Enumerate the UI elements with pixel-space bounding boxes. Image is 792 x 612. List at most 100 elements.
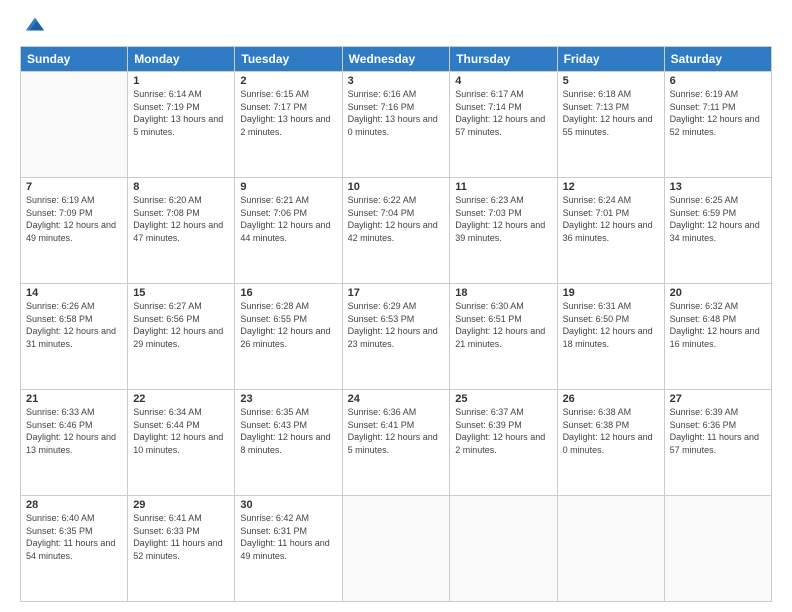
calendar-header-row: SundayMondayTuesdayWednesdayThursdayFrid…	[21, 47, 772, 72]
day-number: 21	[26, 393, 122, 405]
day-info: Sunrise: 6:20 AMSunset: 7:08 PMDaylight:…	[133, 194, 229, 244]
day-number: 25	[455, 393, 551, 405]
day-number: 20	[670, 287, 766, 299]
day-info: Sunrise: 6:29 AMSunset: 6:53 PMDaylight:…	[348, 300, 445, 350]
calendar-cell: 13Sunrise: 6:25 AMSunset: 6:59 PMDayligh…	[664, 178, 771, 284]
calendar-cell: 22Sunrise: 6:34 AMSunset: 6:44 PMDayligh…	[128, 390, 235, 496]
day-number: 4	[455, 75, 551, 87]
day-number: 28	[26, 499, 122, 511]
weekday-header: Sunday	[21, 47, 128, 72]
weekday-header: Thursday	[450, 47, 557, 72]
day-number: 23	[240, 393, 336, 405]
day-info: Sunrise: 6:27 AMSunset: 6:56 PMDaylight:…	[133, 300, 229, 350]
calendar-table: SundayMondayTuesdayWednesdayThursdayFrid…	[20, 46, 772, 602]
calendar-cell: 25Sunrise: 6:37 AMSunset: 6:39 PMDayligh…	[450, 390, 557, 496]
day-info: Sunrise: 6:24 AMSunset: 7:01 PMDaylight:…	[563, 194, 659, 244]
day-info: Sunrise: 6:16 AMSunset: 7:16 PMDaylight:…	[348, 88, 445, 138]
calendar-cell: 27Sunrise: 6:39 AMSunset: 6:36 PMDayligh…	[664, 390, 771, 496]
day-number: 5	[563, 75, 659, 87]
day-info: Sunrise: 6:40 AMSunset: 6:35 PMDaylight:…	[26, 512, 122, 562]
calendar-cell: 30Sunrise: 6:42 AMSunset: 6:31 PMDayligh…	[235, 496, 342, 602]
calendar-cell: 29Sunrise: 6:41 AMSunset: 6:33 PMDayligh…	[128, 496, 235, 602]
day-info: Sunrise: 6:17 AMSunset: 7:14 PMDaylight:…	[455, 88, 551, 138]
calendar-cell: 16Sunrise: 6:28 AMSunset: 6:55 PMDayligh…	[235, 284, 342, 390]
day-number: 15	[133, 287, 229, 299]
day-number: 11	[455, 181, 551, 193]
day-info: Sunrise: 6:34 AMSunset: 6:44 PMDaylight:…	[133, 406, 229, 456]
day-number: 14	[26, 287, 122, 299]
day-number: 29	[133, 499, 229, 511]
calendar-cell	[21, 72, 128, 178]
calendar-cell	[664, 496, 771, 602]
day-info: Sunrise: 6:23 AMSunset: 7:03 PMDaylight:…	[455, 194, 551, 244]
day-info: Sunrise: 6:42 AMSunset: 6:31 PMDaylight:…	[240, 512, 336, 562]
calendar-cell: 4Sunrise: 6:17 AMSunset: 7:14 PMDaylight…	[450, 72, 557, 178]
logo	[20, 18, 46, 36]
calendar-cell: 6Sunrise: 6:19 AMSunset: 7:11 PMDaylight…	[664, 72, 771, 178]
logo-icon	[24, 14, 46, 36]
day-info: Sunrise: 6:19 AMSunset: 7:09 PMDaylight:…	[26, 194, 122, 244]
calendar-cell: 8Sunrise: 6:20 AMSunset: 7:08 PMDaylight…	[128, 178, 235, 284]
weekday-header: Monday	[128, 47, 235, 72]
day-info: Sunrise: 6:26 AMSunset: 6:58 PMDaylight:…	[26, 300, 122, 350]
day-number: 17	[348, 287, 445, 299]
day-info: Sunrise: 6:33 AMSunset: 6:46 PMDaylight:…	[26, 406, 122, 456]
day-info: Sunrise: 6:15 AMSunset: 7:17 PMDaylight:…	[240, 88, 336, 138]
day-number: 19	[563, 287, 659, 299]
weekday-header: Saturday	[664, 47, 771, 72]
calendar-cell: 14Sunrise: 6:26 AMSunset: 6:58 PMDayligh…	[21, 284, 128, 390]
day-info: Sunrise: 6:31 AMSunset: 6:50 PMDaylight:…	[563, 300, 659, 350]
day-info: Sunrise: 6:18 AMSunset: 7:13 PMDaylight:…	[563, 88, 659, 138]
calendar-cell: 2Sunrise: 6:15 AMSunset: 7:17 PMDaylight…	[235, 72, 342, 178]
day-info: Sunrise: 6:36 AMSunset: 6:41 PMDaylight:…	[348, 406, 445, 456]
day-number: 3	[348, 75, 445, 87]
weekday-header: Friday	[557, 47, 664, 72]
calendar-cell: 12Sunrise: 6:24 AMSunset: 7:01 PMDayligh…	[557, 178, 664, 284]
calendar-cell: 18Sunrise: 6:30 AMSunset: 6:51 PMDayligh…	[450, 284, 557, 390]
day-number: 13	[670, 181, 766, 193]
day-info: Sunrise: 6:19 AMSunset: 7:11 PMDaylight:…	[670, 88, 766, 138]
calendar-week-row: 28Sunrise: 6:40 AMSunset: 6:35 PMDayligh…	[21, 496, 772, 602]
day-number: 12	[563, 181, 659, 193]
day-info: Sunrise: 6:38 AMSunset: 6:38 PMDaylight:…	[563, 406, 659, 456]
day-info: Sunrise: 6:22 AMSunset: 7:04 PMDaylight:…	[348, 194, 445, 244]
day-number: 24	[348, 393, 445, 405]
calendar-cell: 10Sunrise: 6:22 AMSunset: 7:04 PMDayligh…	[342, 178, 450, 284]
day-number: 27	[670, 393, 766, 405]
day-number: 10	[348, 181, 445, 193]
day-info: Sunrise: 6:25 AMSunset: 6:59 PMDaylight:…	[670, 194, 766, 244]
calendar-cell: 21Sunrise: 6:33 AMSunset: 6:46 PMDayligh…	[21, 390, 128, 496]
day-info: Sunrise: 6:39 AMSunset: 6:36 PMDaylight:…	[670, 406, 766, 456]
calendar-cell: 9Sunrise: 6:21 AMSunset: 7:06 PMDaylight…	[235, 178, 342, 284]
calendar-cell	[557, 496, 664, 602]
calendar-cell: 15Sunrise: 6:27 AMSunset: 6:56 PMDayligh…	[128, 284, 235, 390]
day-number: 26	[563, 393, 659, 405]
day-number: 1	[133, 75, 229, 87]
calendar-cell: 26Sunrise: 6:38 AMSunset: 6:38 PMDayligh…	[557, 390, 664, 496]
calendar-cell	[450, 496, 557, 602]
calendar-cell	[342, 496, 450, 602]
calendar-cell: 28Sunrise: 6:40 AMSunset: 6:35 PMDayligh…	[21, 496, 128, 602]
calendar-cell: 5Sunrise: 6:18 AMSunset: 7:13 PMDaylight…	[557, 72, 664, 178]
calendar-week-row: 21Sunrise: 6:33 AMSunset: 6:46 PMDayligh…	[21, 390, 772, 496]
calendar-cell: 11Sunrise: 6:23 AMSunset: 7:03 PMDayligh…	[450, 178, 557, 284]
day-info: Sunrise: 6:35 AMSunset: 6:43 PMDaylight:…	[240, 406, 336, 456]
day-number: 6	[670, 75, 766, 87]
weekday-header: Wednesday	[342, 47, 450, 72]
page-header	[20, 18, 772, 36]
day-info: Sunrise: 6:21 AMSunset: 7:06 PMDaylight:…	[240, 194, 336, 244]
calendar-week-row: 7Sunrise: 6:19 AMSunset: 7:09 PMDaylight…	[21, 178, 772, 284]
day-number: 22	[133, 393, 229, 405]
day-number: 9	[240, 181, 336, 193]
calendar-cell: 20Sunrise: 6:32 AMSunset: 6:48 PMDayligh…	[664, 284, 771, 390]
calendar-cell: 19Sunrise: 6:31 AMSunset: 6:50 PMDayligh…	[557, 284, 664, 390]
calendar-cell: 23Sunrise: 6:35 AMSunset: 6:43 PMDayligh…	[235, 390, 342, 496]
day-number: 2	[240, 75, 336, 87]
day-info: Sunrise: 6:41 AMSunset: 6:33 PMDaylight:…	[133, 512, 229, 562]
day-number: 16	[240, 287, 336, 299]
day-info: Sunrise: 6:37 AMSunset: 6:39 PMDaylight:…	[455, 406, 551, 456]
day-info: Sunrise: 6:14 AMSunset: 7:19 PMDaylight:…	[133, 88, 229, 138]
calendar-cell: 3Sunrise: 6:16 AMSunset: 7:16 PMDaylight…	[342, 72, 450, 178]
calendar-cell: 1Sunrise: 6:14 AMSunset: 7:19 PMDaylight…	[128, 72, 235, 178]
day-number: 30	[240, 499, 336, 511]
